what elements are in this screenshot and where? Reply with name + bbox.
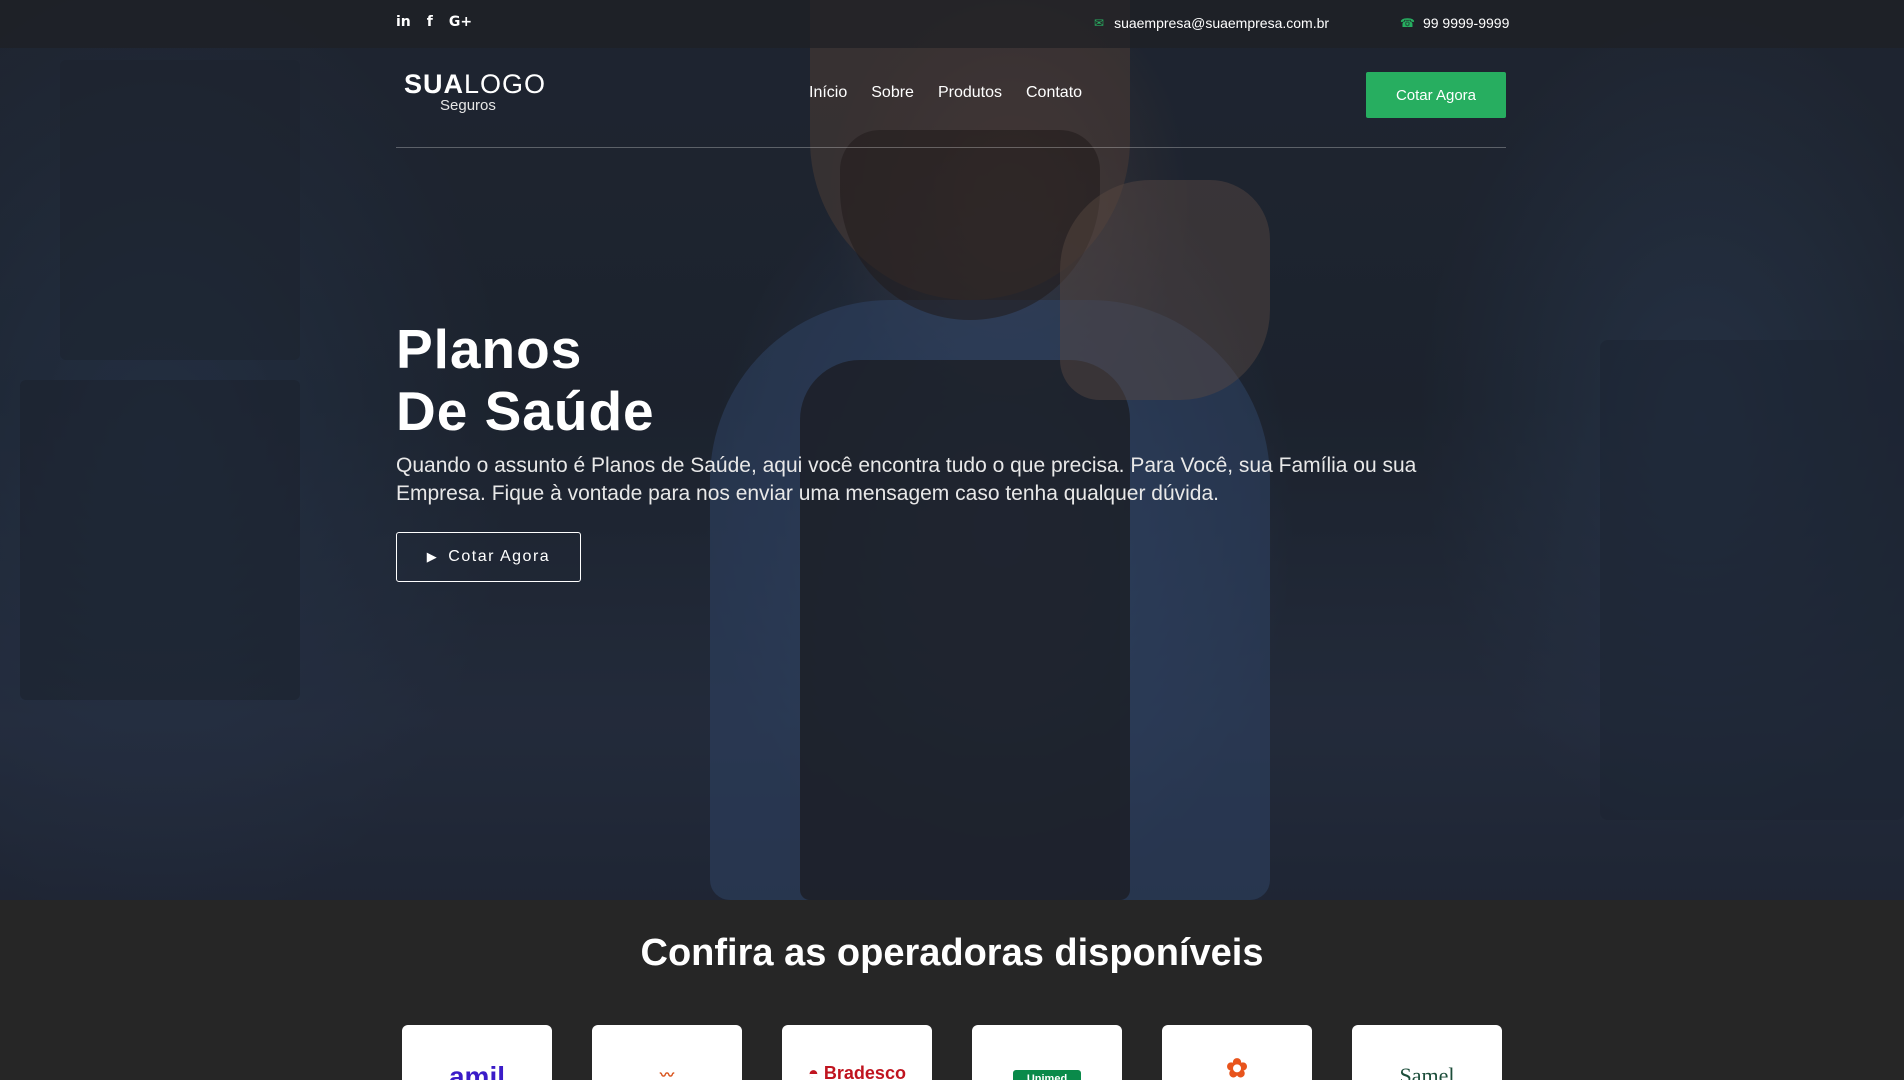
amil-logo: amil bbox=[448, 1061, 506, 1080]
operator-card-samel[interactable]: Samel bbox=[1352, 1025, 1502, 1080]
nav-divider bbox=[396, 147, 1506, 148]
hero-description: Quando o assunto é Planos de Saúde, aqui… bbox=[396, 454, 1417, 505]
operator-card-sulamerica[interactable]: 〰 bbox=[592, 1025, 742, 1080]
email-text: suaempresa@suaempresa.com.br bbox=[1114, 15, 1330, 31]
nav-item-sobre[interactable]: Sobre bbox=[871, 84, 914, 102]
operators-title: Confira as operadoras disponíveis bbox=[640, 932, 1264, 974]
operator-card-bradesco[interactable]: ◓ Bradesco bbox=[782, 1025, 932, 1080]
operator-card-amil[interactable]: amil bbox=[402, 1025, 552, 1080]
phone-icon: ☎ bbox=[1400, 16, 1415, 30]
hero-quote-button[interactable]: ▶ Cotar Agora bbox=[396, 532, 581, 582]
unimed-logo: Unimed bbox=[972, 1065, 1122, 1080]
play-icon: ▶ bbox=[426, 549, 439, 564]
unimed-label: Unimed bbox=[1012, 1070, 1082, 1080]
hero-background bbox=[0, 0, 1904, 900]
sulamerica-logo-icon: 〰 bbox=[660, 1067, 674, 1080]
social-links: in f G+ bbox=[396, 14, 472, 30]
samel-logo: Samel bbox=[1399, 1063, 1455, 1080]
main-nav: Início Sobre Produtos Contato bbox=[809, 84, 1082, 102]
envelope-icon: ✉ bbox=[1094, 16, 1105, 30]
header-quote-button[interactable]: Cotar Agora bbox=[1366, 72, 1506, 118]
hero-title: Planos De Saúde bbox=[396, 318, 655, 442]
top-bar: in f G+ ✉ suaempresa@suaempresa.com.br ☎… bbox=[0, 0, 1904, 48]
logo-main: SUALOGO bbox=[404, 69, 547, 99]
hero-quote-button-label: Cotar Agora bbox=[448, 548, 551, 565]
logo-sub: Seguros bbox=[440, 97, 496, 114]
operators-section: Confira as operadoras disponíveis amil 〰… bbox=[0, 900, 1904, 1080]
linkedin-icon[interactable]: in bbox=[396, 14, 411, 30]
nav-item-produtos[interactable]: Produtos bbox=[938, 84, 1002, 102]
phone-text: 99 9999-9999 bbox=[1422, 15, 1510, 31]
hero-title-line2: De Saúde bbox=[396, 380, 655, 442]
nav-item-inicio[interactable]: Início bbox=[809, 84, 847, 102]
operator-card-flower[interactable]: ✿ bbox=[1162, 1025, 1312, 1080]
flower-logo-icon: ✿ bbox=[1226, 1053, 1248, 1080]
hero-overlay bbox=[0, 0, 1904, 900]
bradesco-logo: ◓ Bradesco bbox=[782, 1063, 932, 1080]
bradesco-symbol-icon: ◓ bbox=[808, 1063, 824, 1080]
facebook-icon[interactable]: f bbox=[427, 14, 433, 30]
bradesco-label: Bradesco bbox=[823, 1063, 906, 1080]
hero-title-line1: Planos bbox=[396, 318, 583, 380]
nav-item-contato[interactable]: Contato bbox=[1026, 84, 1082, 102]
operators-list: amil 〰 ◓ Bradesco Unimed ✿ Samel bbox=[402, 1025, 1502, 1080]
site-logo[interactable]: SUALOGO Seguros bbox=[404, 69, 547, 114]
operator-card-unimed[interactable]: Unimed bbox=[972, 1025, 1122, 1080]
contact-phone[interactable]: ☎ 99 9999-9999 bbox=[1400, 15, 1509, 31]
google-plus-icon[interactable]: G+ bbox=[449, 14, 472, 30]
contact-email[interactable]: ✉ suaempresa@suaempresa.com.br bbox=[1094, 15, 1329, 31]
